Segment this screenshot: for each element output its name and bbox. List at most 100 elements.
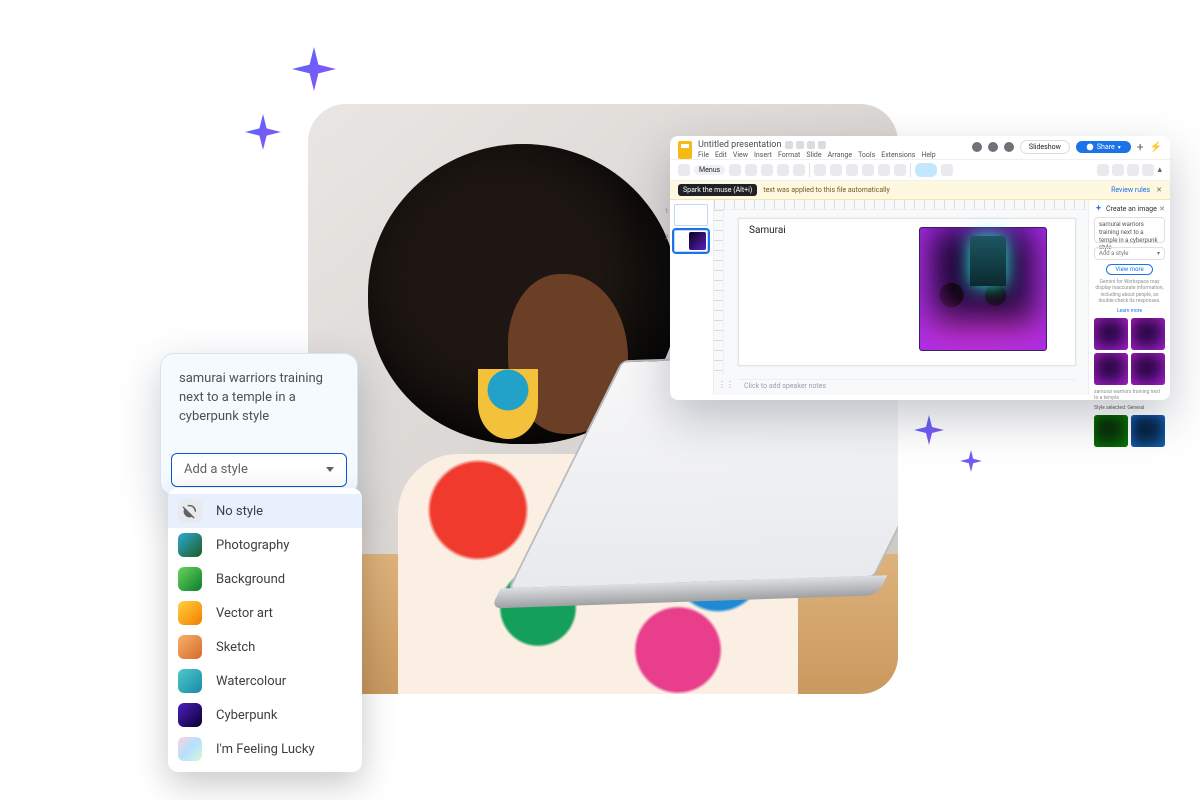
ruler-horizontal xyxy=(714,200,1088,210)
sparkle-icon xyxy=(292,47,336,91)
lucky-icon xyxy=(178,737,202,761)
undo-button[interactable] xyxy=(745,164,757,176)
sketch-icon xyxy=(178,635,202,659)
gemini-toolbar-button[interactable] xyxy=(915,163,937,177)
thumb-number: 2 xyxy=(665,234,668,241)
history-icon[interactable] xyxy=(972,142,982,152)
filmstrip: 1 2 xyxy=(670,200,714,395)
transition-button[interactable] xyxy=(1142,164,1154,176)
image-spark-icon xyxy=(1094,204,1103,213)
title-quick-icons xyxy=(785,141,826,149)
shape-button[interactable] xyxy=(878,164,890,176)
menu-tools[interactable]: Tools xyxy=(858,151,875,159)
style-option-label: I'm Feeling Lucky xyxy=(216,742,315,757)
menu-format[interactable]: Format xyxy=(778,151,800,159)
style-option-no-style[interactable]: No style xyxy=(168,494,362,528)
image-button[interactable] xyxy=(862,164,874,176)
banner-review-link[interactable]: Review rules xyxy=(1111,186,1150,194)
style-select-label: Add a style xyxy=(184,462,248,477)
style-select[interactable]: Add a style xyxy=(171,453,347,487)
comments-icon[interactable] xyxy=(988,142,998,152)
generated-image[interactable] xyxy=(919,227,1047,351)
style-option-label: No style xyxy=(216,504,263,519)
filmstrip-toggle-icon[interactable]: ⋮⋮ xyxy=(718,380,734,389)
comment-button[interactable] xyxy=(941,164,953,176)
menu-help[interactable]: Help xyxy=(921,151,935,159)
speaker-notes[interactable]: Click to add speaker notes xyxy=(738,379,1076,391)
redo-button[interactable] xyxy=(761,164,773,176)
sparkle-icon xyxy=(960,450,982,472)
menu-insert[interactable]: Insert xyxy=(754,151,772,159)
slide-thumb-2[interactable] xyxy=(674,230,708,252)
menus-pill[interactable]: Menus xyxy=(694,165,725,175)
gemini-icon[interactable]: ⚡ xyxy=(1150,142,1162,153)
banner-close-icon[interactable]: ✕ xyxy=(1156,186,1162,194)
generated-thumb[interactable] xyxy=(1131,415,1165,447)
search-menus-button[interactable] xyxy=(678,164,690,176)
sidepanel-disclaimer: Gemini for Workspace may display inaccur… xyxy=(1094,279,1165,304)
no-style-icon xyxy=(178,499,202,523)
toolbar: Menus ▴ xyxy=(670,159,1170,181)
slide-thumb-1[interactable] xyxy=(674,204,708,226)
theme-button[interactable] xyxy=(1127,164,1139,176)
background-button[interactable] xyxy=(1097,164,1109,176)
slide-canvas[interactable]: Samurai xyxy=(738,218,1076,366)
chevron-down-icon xyxy=(326,467,334,472)
sidepanel-style-label: Style selected: General xyxy=(1094,405,1165,411)
zoom-button[interactable] xyxy=(814,164,826,176)
learn-more-link[interactable]: Learn more xyxy=(1094,308,1165,314)
generated-thumb[interactable] xyxy=(1131,353,1165,385)
generated-thumb[interactable] xyxy=(1094,318,1128,350)
cyberpunk-icon xyxy=(178,703,202,727)
generated-thumb[interactable] xyxy=(1131,318,1165,350)
create-image-sidepanel: Create an image ✕ samurai warriors train… xyxy=(1088,200,1170,395)
style-option-sketch[interactable]: Sketch xyxy=(168,630,362,664)
background-icon xyxy=(178,567,202,591)
menu-view[interactable]: View xyxy=(733,151,748,159)
style-option-cyberpunk[interactable]: Cyberpunk xyxy=(168,698,362,732)
slides-logo-icon xyxy=(678,141,692,159)
layout-button[interactable] xyxy=(1112,164,1124,176)
vector-art-icon xyxy=(178,601,202,625)
slides-window: Untitled presentation File Edit View Ins… xyxy=(670,136,1170,400)
line-button[interactable] xyxy=(894,164,906,176)
generated-thumb[interactable] xyxy=(1094,353,1128,385)
sparkle-icon xyxy=(914,415,944,445)
view-more-button[interactable]: View more xyxy=(1106,264,1152,275)
canvas-area: Samurai ⋮⋮ Click to add speaker notes xyxy=(714,200,1088,395)
toolbar-tooltip: Spark the muse (Alt+i) xyxy=(678,184,757,196)
style-option-background[interactable]: Background xyxy=(168,562,362,596)
sidepanel-prompt[interactable]: samurai warriors training next to a temp… xyxy=(1094,217,1165,243)
style-option-feeling-lucky[interactable]: I'm Feeling Lucky xyxy=(168,732,362,766)
banner-message: text was applied to this file automatica… xyxy=(763,186,890,194)
generated-thumb[interactable] xyxy=(1094,415,1128,447)
paint-format-button[interactable] xyxy=(793,164,805,176)
share-button[interactable]: Share ▾ xyxy=(1076,141,1131,153)
prompt-text[interactable]: samurai warriors training next to a temp… xyxy=(161,354,357,453)
menu-file[interactable]: File xyxy=(698,151,709,159)
style-option-vector-art[interactable]: Vector art xyxy=(168,596,362,630)
doc-title[interactable]: Untitled presentation xyxy=(698,140,781,150)
style-option-watercolour[interactable]: Watercolour xyxy=(168,664,362,698)
cursor-button[interactable] xyxy=(830,164,842,176)
print-button[interactable] xyxy=(777,164,789,176)
style-option-label: Sketch xyxy=(216,640,255,655)
menu-arrange[interactable]: Arrange xyxy=(828,151,853,159)
style-option-label: Vector art xyxy=(216,606,273,621)
thumb-number: 1 xyxy=(665,208,668,215)
style-option-photography[interactable]: Photography xyxy=(168,528,362,562)
textbox-button[interactable] xyxy=(846,164,858,176)
style-option-label: Background xyxy=(216,572,285,587)
sidepanel-close-icon[interactable]: ✕ xyxy=(1159,205,1165,213)
new-button[interactable]: + xyxy=(1137,140,1144,154)
style-option-label: Watercolour xyxy=(216,674,286,689)
menu-edit[interactable]: Edit xyxy=(715,151,727,159)
slideshow-button[interactable]: Slideshow xyxy=(1020,140,1070,154)
menu-slide[interactable]: Slide xyxy=(806,151,821,159)
menubar: File Edit View Insert Format Slide Arran… xyxy=(698,151,936,159)
sidepanel-style-select[interactable]: Add a style ▾ xyxy=(1094,247,1165,260)
meet-icon[interactable] xyxy=(1004,142,1014,152)
new-slide-button[interactable] xyxy=(729,164,741,176)
sidepanel-title: Create an image xyxy=(1106,205,1157,213)
menu-extensions[interactable]: Extensions xyxy=(881,151,915,159)
